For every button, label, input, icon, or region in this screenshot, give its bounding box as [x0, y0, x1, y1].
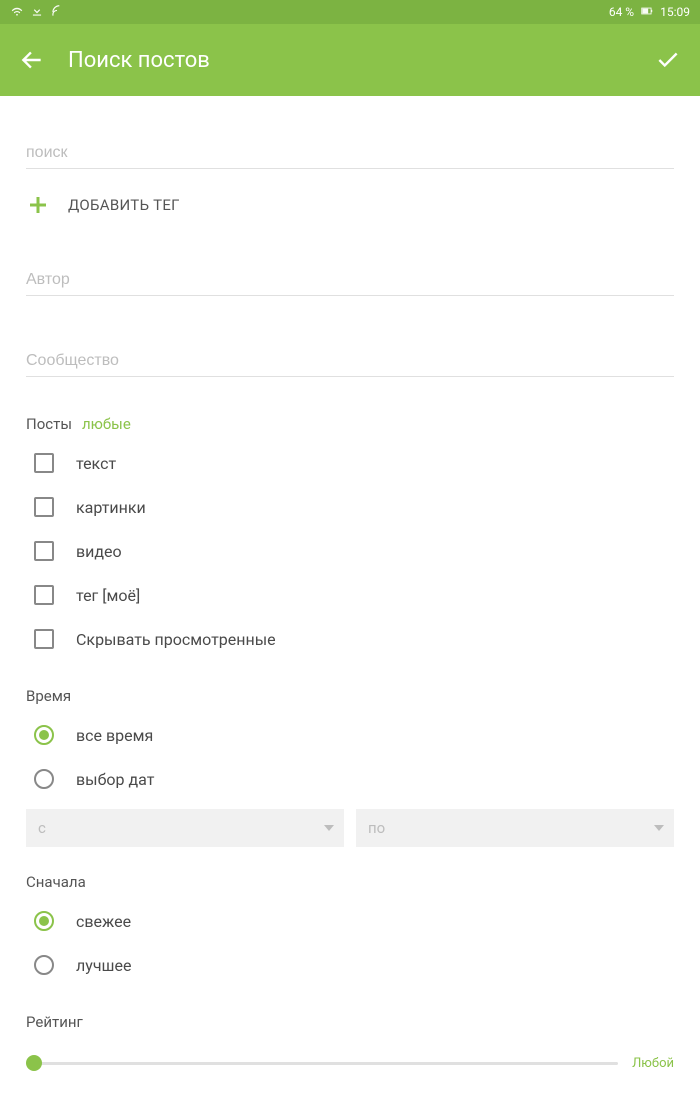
signal-icon [50, 4, 64, 21]
radio-icon [34, 911, 54, 931]
back-button[interactable] [12, 40, 52, 80]
search-input[interactable] [26, 136, 674, 169]
checkbox-video[interactable]: видео [26, 529, 674, 573]
confirm-button[interactable] [648, 40, 688, 80]
chevron-down-icon [324, 825, 334, 831]
chevron-down-icon [654, 825, 664, 831]
posts-header: Посты любые [26, 415, 674, 433]
radio-fresh[interactable]: свежее [26, 899, 674, 943]
page-title: Поиск постов [68, 48, 648, 73]
time-label: Время [26, 687, 71, 705]
slider-thumb[interactable] [26, 1055, 42, 1071]
rating-label: Рейтинг [26, 1013, 83, 1031]
date-from-select[interactable]: с [26, 809, 344, 847]
posts-label: Посты [26, 415, 72, 433]
checkbox-images[interactable]: картинки [26, 485, 674, 529]
checkbox-icon [34, 497, 54, 517]
clock-text: 15:09 [660, 5, 690, 19]
rating-value: Любой [632, 1056, 674, 1071]
community-input[interactable] [26, 344, 674, 377]
time-header: Время [26, 687, 674, 705]
rating-slider[interactable]: Любой [26, 1051, 674, 1075]
checkbox-text[interactable]: текст [26, 441, 674, 485]
radio-best[interactable]: лучшее [26, 943, 674, 987]
slider-track [26, 1062, 618, 1065]
radio-icon [34, 769, 54, 789]
posts-hint: любые [82, 415, 131, 433]
wifi-icon [10, 4, 24, 21]
battery-text: 64 % [609, 5, 634, 19]
add-tag-label: ДОБАВИТЬ ТЕГ [68, 196, 180, 214]
checkbox-icon [34, 453, 54, 473]
radio-icon [34, 955, 54, 975]
checkbox-hide-viewed[interactable]: Скрывать просмотренные [26, 617, 674, 661]
checkbox-icon [34, 629, 54, 649]
toolbar: Поиск постов [0, 24, 700, 96]
sort-header: Сначала [26, 873, 674, 891]
add-tag-button[interactable]: ДОБАВИТЬ ТЕГ [26, 193, 674, 217]
status-bar: 64 % 15:09 [0, 0, 700, 24]
radio-icon [34, 725, 54, 745]
plus-icon [26, 193, 50, 217]
sort-label: Сначала [26, 873, 86, 891]
rating-header: Рейтинг [26, 1013, 674, 1031]
battery-icon [640, 4, 654, 21]
checkbox-tag-mine[interactable]: тег [моё] [26, 573, 674, 617]
author-input[interactable] [26, 263, 674, 296]
checkbox-icon [34, 585, 54, 605]
checkbox-icon [34, 541, 54, 561]
radio-date-range[interactable]: выбор дат [26, 757, 674, 801]
download-icon [30, 4, 44, 21]
radio-all-time[interactable]: все время [26, 713, 674, 757]
date-to-select[interactable]: по [356, 809, 674, 847]
